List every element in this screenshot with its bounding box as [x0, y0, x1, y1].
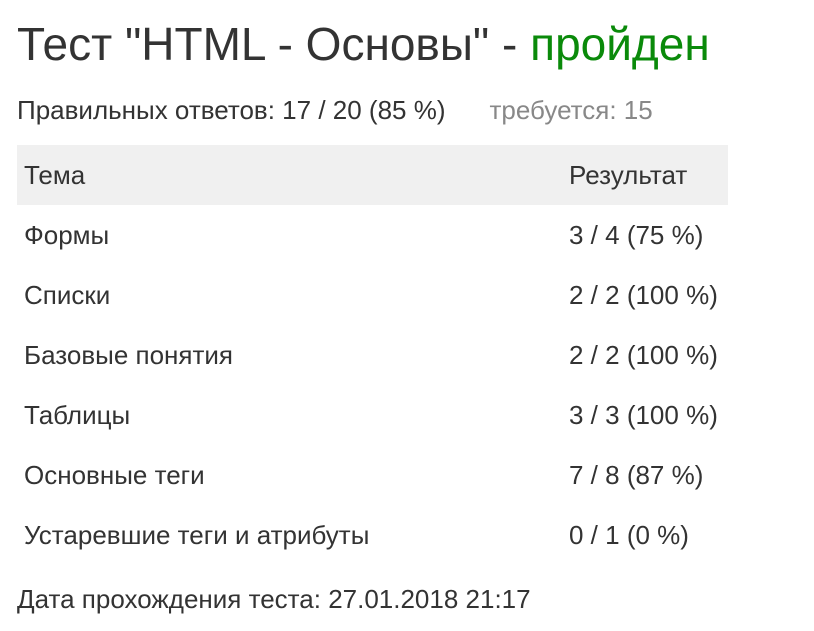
page-title: Тест "HTML - Основы" - пройден: [17, 14, 710, 74]
result-cell: 3 / 4 (75 %): [569, 220, 704, 250]
result-cell: 0 / 1 (0 %): [569, 520, 689, 550]
pass-status: пройден: [530, 18, 710, 70]
table-row: Устаревшие теги и атрибуты 0 / 1 (0 %): [17, 505, 728, 565]
topic-cell: Формы: [24, 220, 110, 250]
table-row: Списки 2 / 2 (100 %): [17, 265, 728, 325]
table-row: Основные теги 7 / 8 (87 %): [17, 445, 728, 505]
topic-cell: Таблицы: [24, 400, 131, 430]
topic-cell: Списки: [24, 280, 111, 310]
result-cell: 2 / 2 (100 %): [569, 340, 718, 370]
column-header-result: Результат: [569, 160, 688, 190]
correct-answers: Правильных ответов: 17 / 20 (85 %): [17, 95, 446, 125]
table-row: Таблицы 3 / 3 (100 %): [17, 385, 728, 445]
results-table: Тема Результат Формы 3 / 4 (75 %) Списки…: [17, 145, 728, 565]
result-cell: 3 / 3 (100 %): [569, 400, 718, 430]
result-cell: 7 / 8 (87 %): [569, 460, 704, 490]
column-header-topic: Тема: [24, 160, 86, 190]
test-name: Тест "HTML - Основы" -: [17, 18, 531, 70]
table-row: Базовые понятия 2 / 2 (100 %): [17, 325, 728, 385]
score-summary: Правильных ответов: 17 / 20 (85 %) требуе…: [17, 94, 653, 126]
required-score: требуется: 15: [489, 95, 653, 125]
topic-cell: Базовые понятия: [24, 340, 233, 370]
topic-cell: Устаревшие теги и атрибуты: [24, 520, 370, 550]
table-row: Формы 3 / 4 (75 %): [17, 205, 728, 265]
table-header-row: Тема Результат: [17, 145, 728, 205]
result-cell: 2 / 2 (100 %): [569, 280, 718, 310]
completion-date: Дата прохождения теста: 27.01.2018 21:17: [17, 584, 531, 614]
topic-cell: Основные теги: [24, 460, 205, 490]
